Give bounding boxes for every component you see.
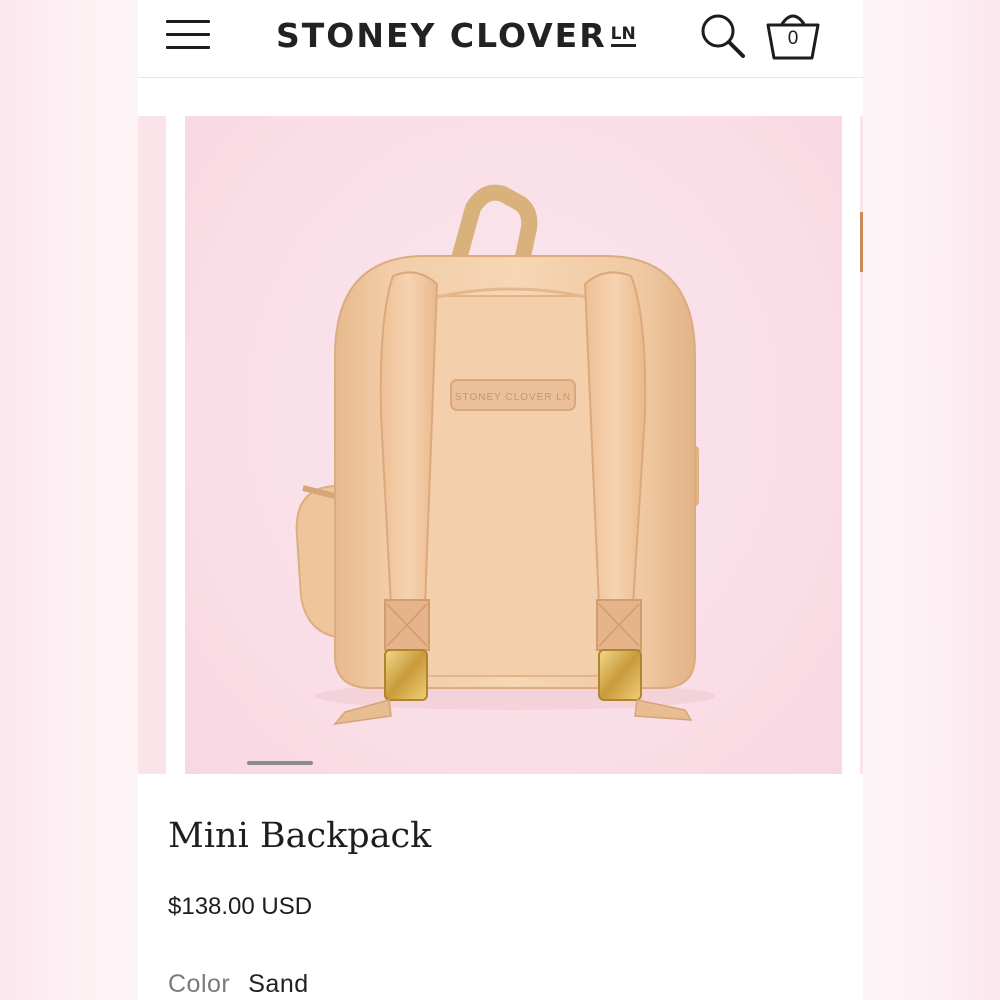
next-slide-peek[interactable] [860, 116, 863, 774]
backpack-illustration: STONEY CLOVER LN [295, 184, 715, 726]
previous-slide-peek[interactable] [138, 116, 166, 774]
hamburger-menu-icon[interactable] [166, 18, 212, 52]
site-header: STONEY CLOVER LN 0 [138, 0, 863, 78]
cart-count-badge: 0 [787, 28, 799, 49]
color-label: Color [168, 970, 231, 998]
patch-logo: STONEY CLOVER LN [455, 392, 571, 403]
cart-button[interactable]: 0 [764, 8, 822, 64]
brand-name: STONEY CLOVER [276, 16, 607, 55]
color-selector[interactable]: Color Sand [168, 970, 309, 999]
product-page: STONEY CLOVER LN 0 STONEY CLOVER LN Mini… [138, 0, 863, 1000]
product-image-gallery[interactable]: STONEY CLOVER LN [138, 116, 863, 774]
brand-logo[interactable]: STONEY CLOVER LN [276, 16, 636, 56]
product-image[interactable]: STONEY CLOVER LN [185, 116, 842, 774]
product-price: $138.00 USD [168, 893, 313, 920]
product-title: Mini Backpack [168, 816, 432, 856]
search-icon[interactable] [698, 12, 748, 62]
color-value: Sand [248, 970, 309, 998]
slide-indicator[interactable] [247, 761, 313, 765]
brand-suffix: LN [610, 26, 636, 47]
